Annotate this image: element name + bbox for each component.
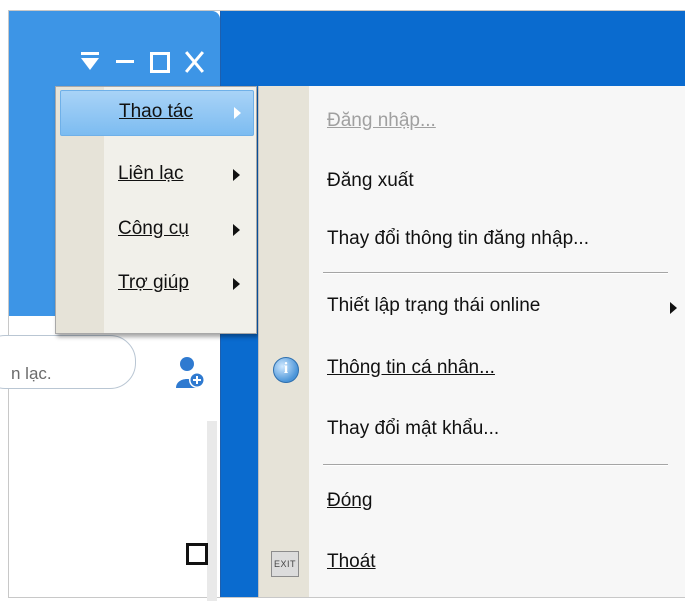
submenu-item-dang-nhap[interactable]: Đăng nhập...: [259, 96, 685, 152]
submenu-arrow-icon: [233, 278, 240, 290]
maximize-icon[interactable]: [148, 49, 170, 73]
submenu-arrow-icon: [233, 169, 240, 181]
square-icon[interactable]: [186, 543, 208, 565]
submenu-arrow-icon: [233, 224, 240, 236]
submenu-item-label: Thoát: [327, 551, 376, 572]
menu-item-label: Công cụ: [118, 218, 189, 239]
submenu-arrow-icon: [234, 107, 241, 119]
frame-bottom-border: [8, 597, 685, 598]
exit-icon: EXIT: [271, 551, 299, 577]
contact-list-scrollbar[interactable]: [207, 421, 217, 601]
submenu-item-thay-doi-thong-tin[interactable]: Thay đổi thông tin đăng nhập...: [259, 214, 685, 270]
menu-item-thao-tac[interactable]: Thao tác: [60, 90, 254, 136]
submenu-item-dong[interactable]: Đóng: [259, 476, 685, 532]
menu-item-lien-lac[interactable]: Liên lạc: [60, 153, 252, 197]
menu-dropdown-icon[interactable]: [78, 49, 102, 73]
menu-item-label: Trợ giúp: [118, 272, 189, 293]
submenu-item-label: Thông tin cá nhân...: [327, 357, 495, 378]
menu-item-cong-cu[interactable]: Công cụ: [60, 208, 252, 252]
menu-item-tro-giup[interactable]: Trợ giúp: [60, 262, 252, 306]
window-controls: [78, 49, 206, 73]
submenu-item-thong-tin-ca-nhan[interactable]: Thông tin cá nhân...: [259, 343, 685, 399]
submenu-item-label: Đăng xuất: [327, 170, 414, 191]
info-icon: [273, 357, 299, 383]
submenu-item-label: Thay đổi mật khẩu...: [327, 418, 500, 439]
submenu-item-dang-xuat[interactable]: Đăng xuất: [259, 156, 685, 212]
submenu-item-thoat[interactable]: EXIT Thoát: [259, 537, 685, 593]
submenu-item-label: Thay đổi thông tin đăng nhập...: [327, 228, 589, 249]
menu-item-label: Thao tác: [119, 101, 193, 122]
minimize-icon[interactable]: [114, 49, 136, 73]
menu-separator-highlight: [323, 465, 668, 466]
main-menu: Thao tác Liên lạc Công cụ Trợ giúp: [55, 86, 257, 334]
submenu-item-trang-thai-online[interactable]: Thiết lập trạng thái online: [259, 281, 685, 337]
submenu-item-label: Đóng: [327, 490, 373, 511]
contact-search-placeholder: n lạc.: [11, 364, 52, 383]
submenu-item-label: Thiết lập trạng thái online: [327, 295, 541, 316]
submenu-arrow-icon: [670, 302, 677, 314]
submenu-item-label: Đăng nhập...: [327, 110, 436, 131]
close-icon[interactable]: [182, 49, 206, 73]
submenu-item-thay-doi-mat-khau[interactable]: Thay đổi mật khẩu...: [259, 404, 685, 460]
menu-item-label: Liên lạc: [118, 163, 184, 184]
thao-tac-submenu: Đăng nhập... Đăng xuất Thay đổi thông ti…: [258, 86, 685, 597]
menu-separator-highlight: [323, 273, 668, 274]
add-contact-icon[interactable]: [174, 356, 206, 390]
